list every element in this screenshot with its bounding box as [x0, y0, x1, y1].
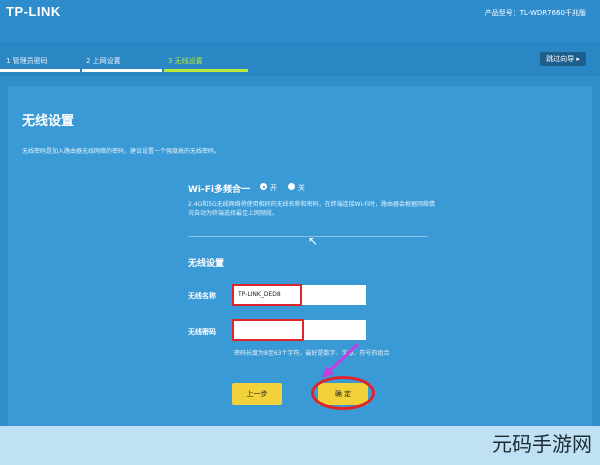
step-wireless[interactable]: 3 无线设置 [168, 56, 203, 66]
step-bar: 1 管理员密码 2 上网设置 3 无线设置 跳过向导 ▸ [0, 42, 600, 76]
step-line-2 [82, 69, 162, 72]
product-model: 产品型号：TL-WDR7660千兆版 [484, 9, 586, 17]
step-line-3 [164, 69, 248, 72]
tp-link-logo: TP-LINK [6, 4, 61, 19]
bottom-strip: 元码手游网 [0, 426, 600, 465]
step-line-1 [0, 69, 80, 72]
watermark: 元码手游网 [492, 432, 592, 456]
step-internet[interactable]: 2 上网设置 [86, 56, 121, 66]
skip-guide-button[interactable]: 跳过向导 ▸ [540, 52, 586, 66]
arrow-icon [322, 342, 360, 378]
top-bar: TP-LINK 产品型号：TL-WDR7660千兆版 [0, 0, 600, 42]
step-admin-password[interactable]: 1 管理员密码 [6, 56, 48, 66]
wireless-panel: 无线设置 无线密码是加入路由器无线网络的密码，建议设置一个强度高的无线密码。 W… [8, 86, 592, 426]
